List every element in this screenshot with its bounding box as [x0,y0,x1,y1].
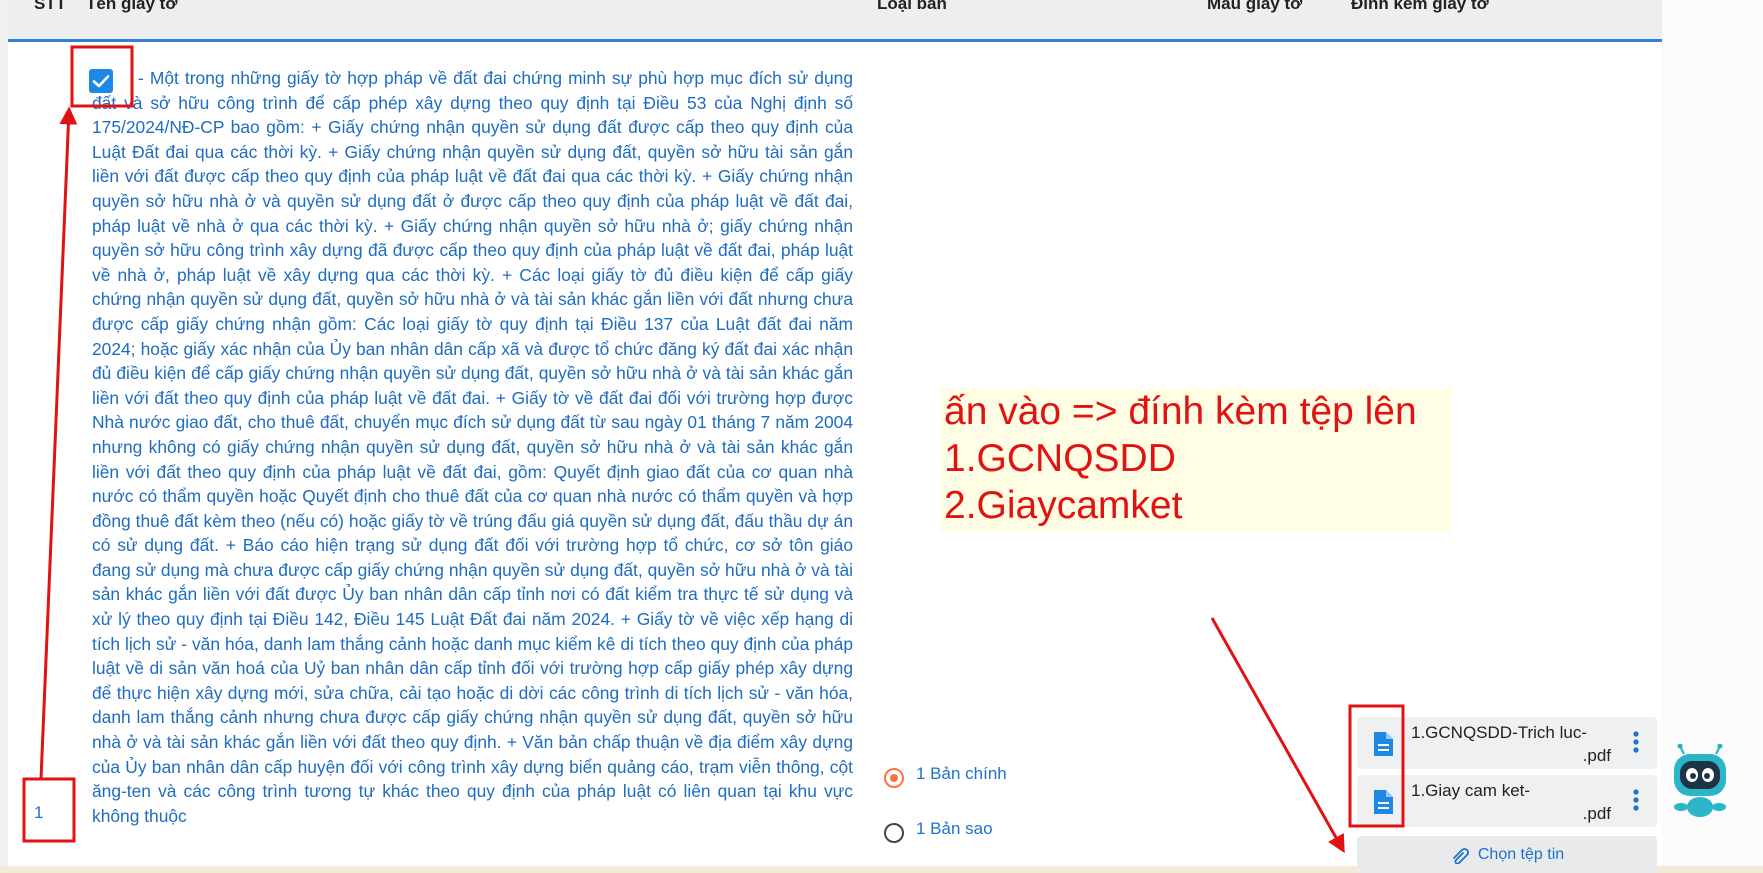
more-vert-icon[interactable] [1633,731,1639,753]
choose-file-label: Chọn tệp tin [1477,845,1565,863]
table-header: STT Tên giấy tờ Loại bản Mẫu giấy tờ Đín… [8,0,1662,42]
choose-file-button[interactable]: Chọn tệp tin [1357,836,1657,873]
file-name: 1.GCNQSDD-Trich luc- .pdf [1411,721,1611,767]
copy-option-copy-label: 1 Bản sao [916,819,993,838]
header-template: Mẫu giấy tờ [1207,0,1303,13]
file-name-line2: .pdf [1582,746,1611,765]
attached-file-item[interactable]: 1.GCNQSDD-Trich luc- .pdf [1357,717,1657,769]
annotation-line: 1.GCNQSDD [944,437,1176,480]
file-name: 1.Giay cam ket- .pdf [1411,779,1611,825]
more-vert-icon[interactable] [1633,789,1639,811]
header-copy-type: Loại bản [877,0,947,13]
header-document-name: Tên giấy tờ [86,0,178,13]
paperclip-icon [1452,847,1469,864]
radio-copy[interactable] [884,823,904,843]
radio-original[interactable] [884,768,904,788]
page-gutter [1662,0,1763,873]
document-description: - Một trong những giấy tờ hợp pháp về đấ… [92,68,853,826]
file-name-line1: 1.Giay cam ket- [1411,781,1531,800]
instruction-annotation: ấn vào => đính kèm tệp lên 1.GCNQSDD 2.G… [940,388,1451,532]
annotation-line: ấn vào => đính kèm tệp lên [944,390,1417,433]
file-name-line1: 1.GCNQSDD-Trich luc- [1411,723,1587,742]
copy-option-original-label: 1 Bản chính [916,764,1007,783]
annotation-line: 2.Giaycamket [944,484,1183,527]
copy-option-copy[interactable]: 1 Bản sao [884,819,993,843]
chatbot-mascot-icon[interactable] [1670,744,1730,818]
file-icon [1374,732,1393,756]
file-icon [1374,790,1393,814]
file-name-line2: .pdf [1582,804,1611,823]
attached-file-item[interactable]: 1.Giay cam ket- .pdf [1357,775,1657,827]
row-index: 1 [34,803,44,822]
copy-option-original[interactable]: 1 Bản chính [884,764,1007,788]
header-stt: STT [34,0,67,13]
header-attachment: Đính kèm giấy tờ [1351,0,1489,13]
